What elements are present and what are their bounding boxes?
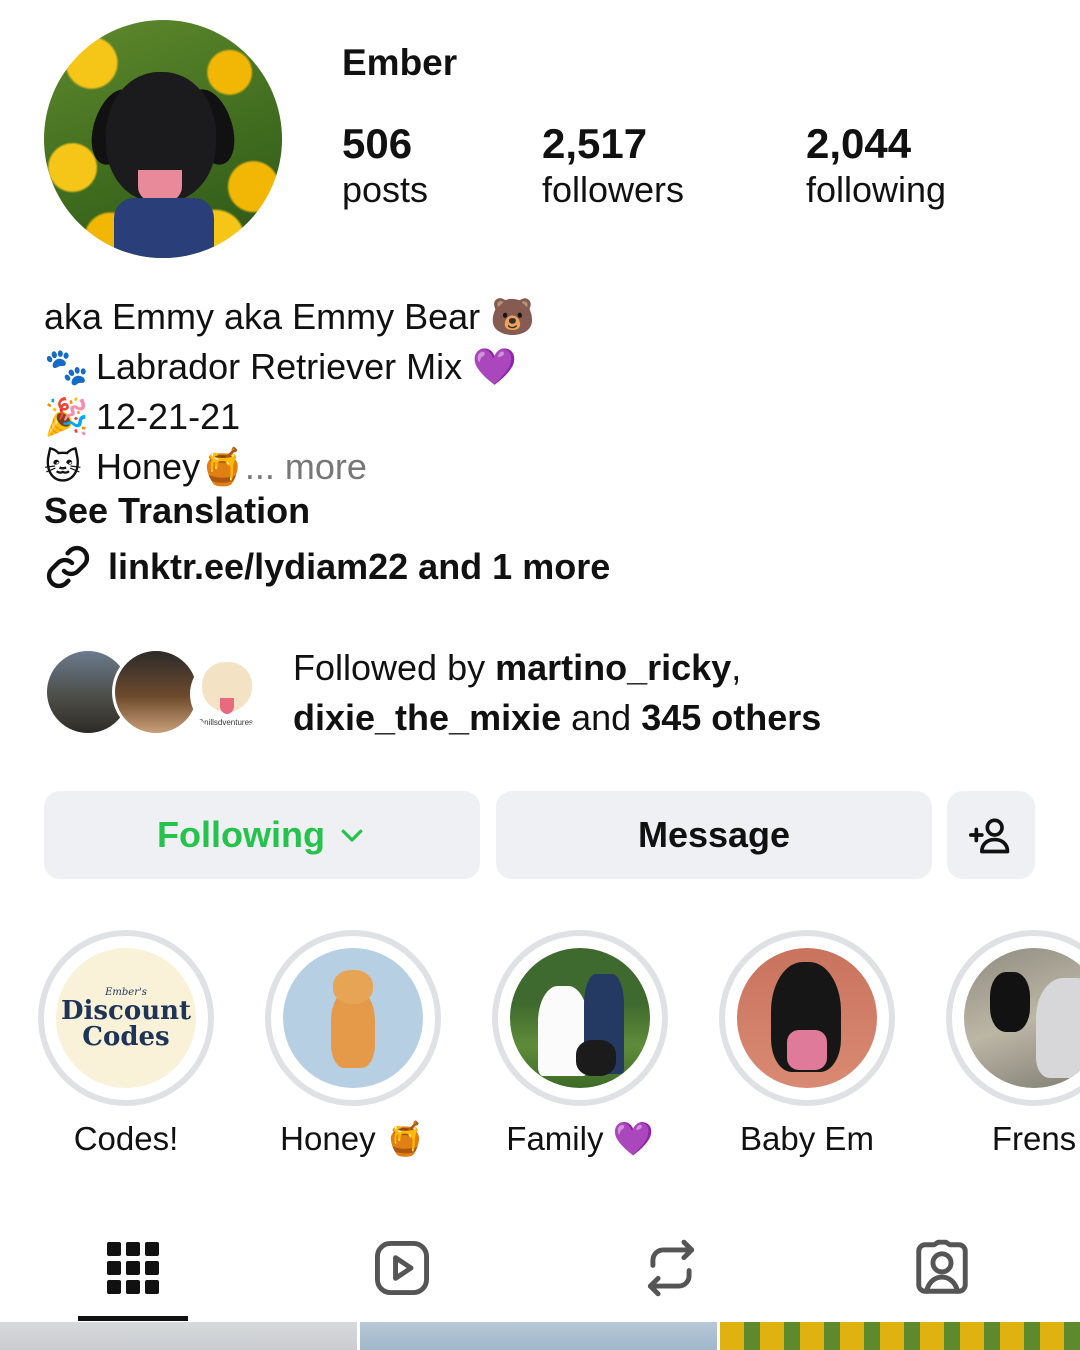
followed-by-user[interactable]: martino_ricky (495, 647, 731, 688)
reels-icon (375, 1241, 429, 1295)
followed-by-comma: , (731, 647, 742, 688)
highlight-cover (510, 948, 650, 1088)
followed-by-and: and (561, 697, 642, 738)
highlight-label: Honey 🍯 (280, 1120, 426, 1157)
stat-followers[interactable]: 2,517 followers (542, 120, 684, 212)
suggested-users-button[interactable] (947, 791, 1035, 879)
bio-line-1-text: aka Emmy aka Emmy Bear (44, 296, 481, 337)
followed-by-avatars[interactable]: @nillsdventures (44, 648, 266, 738)
message-button-label: Message (637, 814, 791, 855)
followed-by-prefix: Followed by (293, 647, 496, 688)
highlight-ring (265, 930, 441, 1106)
highlight-honey[interactable]: Honey 🍯 (265, 930, 441, 1159)
photo-dog (990, 972, 1030, 1032)
highlight-family[interactable]: Family 💜 (492, 930, 668, 1159)
highlight-label: Codes! (73, 1120, 179, 1157)
bio-line-4: 🐱 Honey🍯... more (44, 442, 535, 492)
cat-emoji-icon: 🐱 (44, 446, 82, 487)
post-thumbnail[interactable] (720, 1322, 1080, 1350)
profile-username: Ember (342, 42, 458, 83)
bio-line-4-text: Honey (96, 446, 201, 487)
highlight-ring (492, 930, 668, 1106)
photo-dog (576, 1040, 616, 1076)
photo-husky (1036, 978, 1080, 1078)
highlight-baby-em[interactable]: Baby Em (719, 930, 895, 1158)
highlight-codes[interactable]: Ember's Discount Codes Codes! (38, 930, 214, 1158)
bio-link[interactable]: linktr.ee/lydiam22 and 1 more (44, 543, 610, 591)
chevron-down-icon (341, 829, 363, 842)
add-user-icon (969, 818, 1010, 854)
highlight-ring: Ember's Discount Codes (38, 930, 214, 1106)
stat-following[interactable]: 2,044 following (806, 120, 946, 212)
stat-following-count: 2,044 (806, 120, 912, 167)
avatar-dog-bandana (114, 198, 214, 258)
highlight-frens[interactable]: Frens (946, 930, 1080, 1158)
highlight-label: Family 💜 (506, 1120, 654, 1157)
followed-by-text[interactable]: Followed by martino_ricky, dixie_the_mix… (293, 643, 821, 743)
cover-text: Codes (82, 1021, 170, 1052)
stat-following-label: following (806, 169, 947, 210)
bio-line-2-text: Labrador Retriever Mix (96, 346, 463, 387)
profile-avatar[interactable] (44, 20, 282, 258)
party-popper-emoji-icon: 🎉 (44, 396, 89, 437)
bio-more-link[interactable]: ... more (245, 446, 367, 487)
tagged-icon (916, 1239, 968, 1294)
follower-avatar: @nillsdventures (190, 656, 266, 732)
following-button[interactable]: Following (44, 791, 480, 879)
followed-by-user[interactable]: dixie_the_mixie (293, 697, 561, 738)
stat-posts-count: 506 (342, 120, 413, 167)
post-thumbnail[interactable] (0, 1322, 357, 1350)
highlight-label: Frens (991, 1120, 1077, 1157)
highlight-cover (964, 948, 1080, 1088)
profile-bio: aka Emmy aka Emmy Bear 🐻 🐾 Labrador Retri… (44, 292, 535, 492)
stat-followers-label: followers (542, 169, 685, 210)
repost-icon (647, 1239, 695, 1297)
bear-emoji-icon: 🐻 (490, 296, 535, 337)
follower-avatar (112, 648, 200, 736)
highlight-label: Baby Em (740, 1120, 874, 1157)
tab-tagged[interactable] (887, 1228, 997, 1308)
profile-tab-bar (0, 1222, 1080, 1322)
message-button[interactable]: Message (496, 791, 932, 879)
selected-tab-indicator (78, 1316, 188, 1321)
bio-line-2: 🐾 Labrador Retriever Mix 💜 (44, 342, 535, 392)
stat-posts[interactable]: 506 posts (342, 120, 428, 212)
paw-emoji-icon: 🐾 (44, 346, 89, 387)
tab-reels[interactable] (347, 1228, 457, 1308)
highlight-ring (719, 930, 895, 1106)
honey-pot-emoji-icon: 🍯 (200, 446, 245, 487)
highlight-cover: Ember's Discount Codes (56, 948, 196, 1088)
bio-link-text: linktr.ee/lydiam22 and 1 more (108, 546, 611, 587)
avatar-watermark: @nillsdventures (196, 718, 254, 727)
post-grid (0, 1322, 1080, 1350)
puppy-tongue (220, 698, 234, 714)
link-icon (46, 545, 90, 589)
bio-line-3: 🎉 12-21-21 (44, 392, 535, 442)
stat-followers-count: 2,517 (542, 120, 648, 167)
photo-bow (787, 1030, 827, 1070)
bio-line-1: aka Emmy aka Emmy Bear 🐻 (44, 292, 535, 342)
highlight-cover (283, 948, 423, 1088)
highlight-ring (946, 930, 1080, 1106)
tab-grid[interactable] (78, 1228, 188, 1308)
tab-reposts[interactable] (616, 1228, 726, 1308)
highlight-cover (737, 948, 877, 1088)
grid-icon (107, 1242, 159, 1294)
see-translation-link[interactable]: See Translation (44, 490, 310, 532)
followed-by-others[interactable]: 345 others (641, 697, 821, 738)
following-button-label: Following (157, 814, 325, 855)
cat-illustration-head (333, 970, 373, 1004)
post-thumbnail[interactable] (360, 1322, 717, 1350)
stat-posts-label: posts (342, 169, 429, 210)
bio-line-3-text: 12-21-21 (96, 396, 241, 437)
cover-text: Discount (60, 995, 192, 1026)
purple-heart-emoji-icon: 💜 (472, 346, 517, 387)
